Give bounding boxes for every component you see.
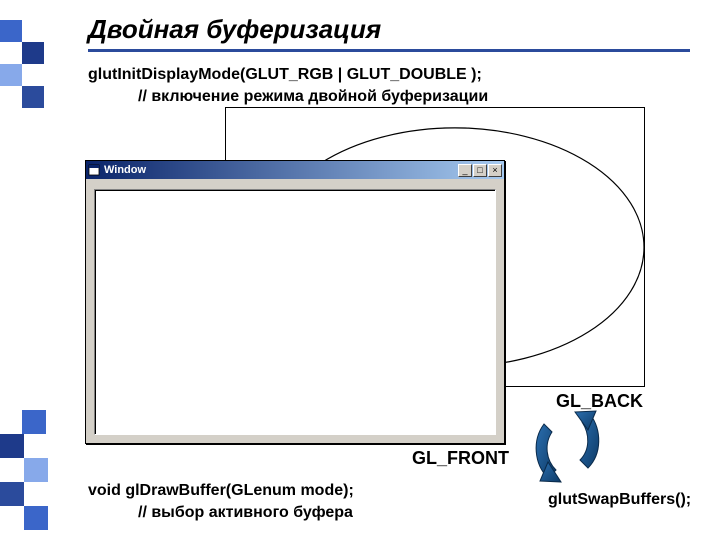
minimize-button[interactable]: _ [458,164,472,177]
maximize-button[interactable]: □ [473,164,487,177]
code-init-line: glutInitDisplayMode(GLUT_RGB | GLUT_DOUB… [88,64,482,86]
code-init-comment: // включение режима двойной буферизации [138,86,488,108]
window-title-text: Window [104,164,457,176]
page-title: Двойная буферизация [88,14,690,49]
side-decoration [0,0,54,540]
window-app-icon [88,164,100,176]
title-block: Двойная буферизация [88,14,690,52]
front-buffer-window: Window _ □ × [85,160,505,444]
slide: Двойная буферизация glutInitDisplayMode(… [0,0,720,540]
swap-arrow-icon [528,408,608,484]
code-drawbuffer-line: void glDrawBuffer(GLenum mode); [88,480,354,502]
window-titlebar: Window _ □ × [86,161,504,179]
title-underline [88,49,690,52]
label-gl-front: GL_FRONT [412,448,509,469]
code-drawbuffer-comment: // выбор активного буфера [138,502,353,524]
window-client-area [94,189,496,435]
code-swap-call: glutSwapBuffers(); [548,491,691,509]
close-button[interactable]: × [488,164,502,177]
